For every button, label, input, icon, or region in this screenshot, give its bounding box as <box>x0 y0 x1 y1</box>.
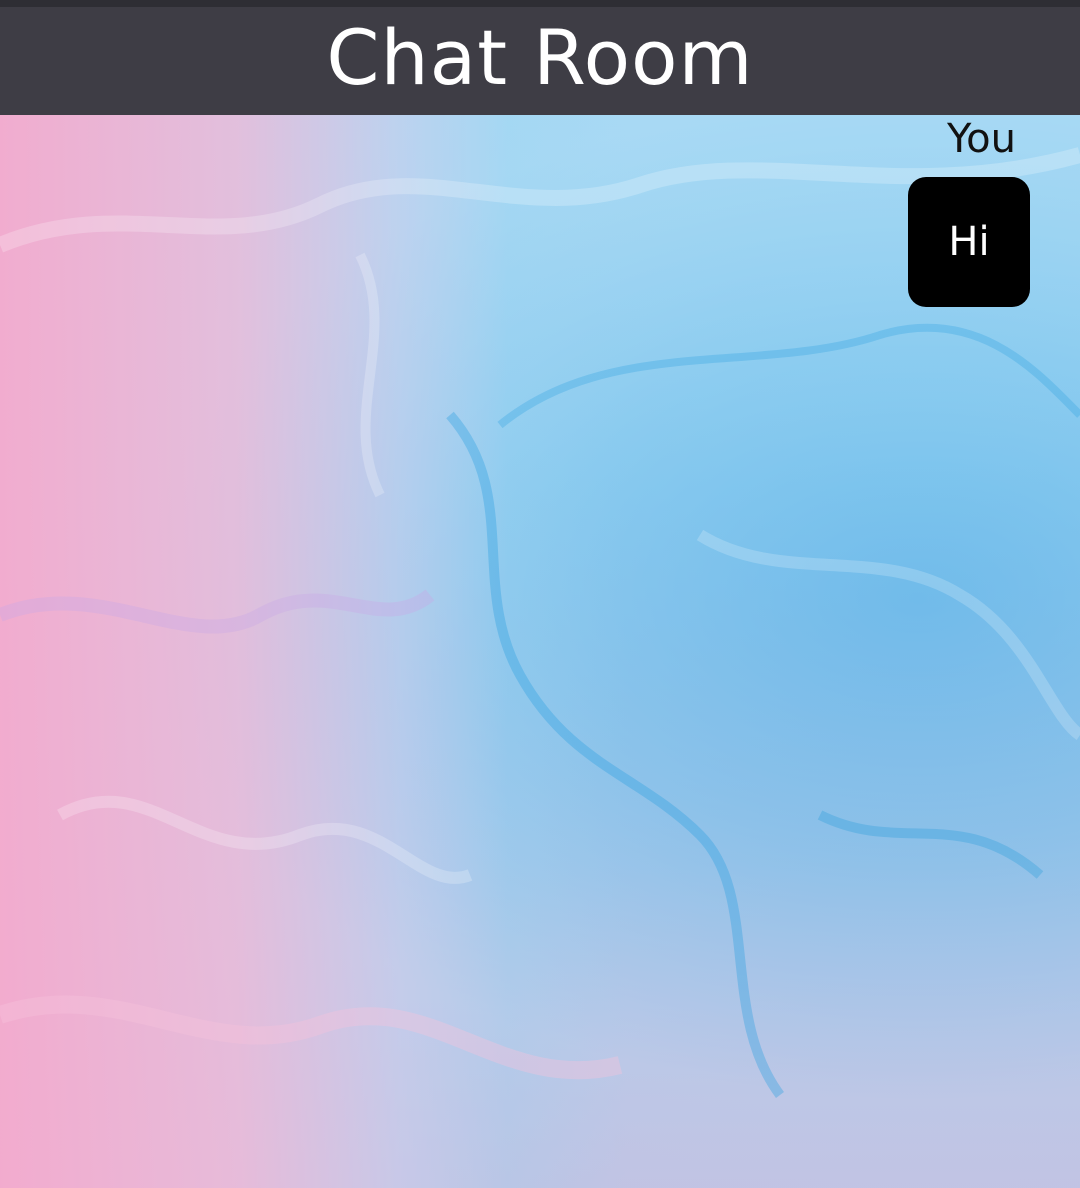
chat-room-screen: Chat Room You Hi <box>0 0 1080 1188</box>
message-text: Hi <box>948 219 990 265</box>
message-bubble[interactable]: Hi <box>908 177 1030 307</box>
app-header: Chat Room <box>0 7 1080 115</box>
status-bar-strip <box>0 0 1080 7</box>
message-list: You Hi <box>0 115 1080 1188</box>
page-title: Chat Room <box>326 13 754 102</box>
message-sender-label: You <box>947 116 1016 162</box>
